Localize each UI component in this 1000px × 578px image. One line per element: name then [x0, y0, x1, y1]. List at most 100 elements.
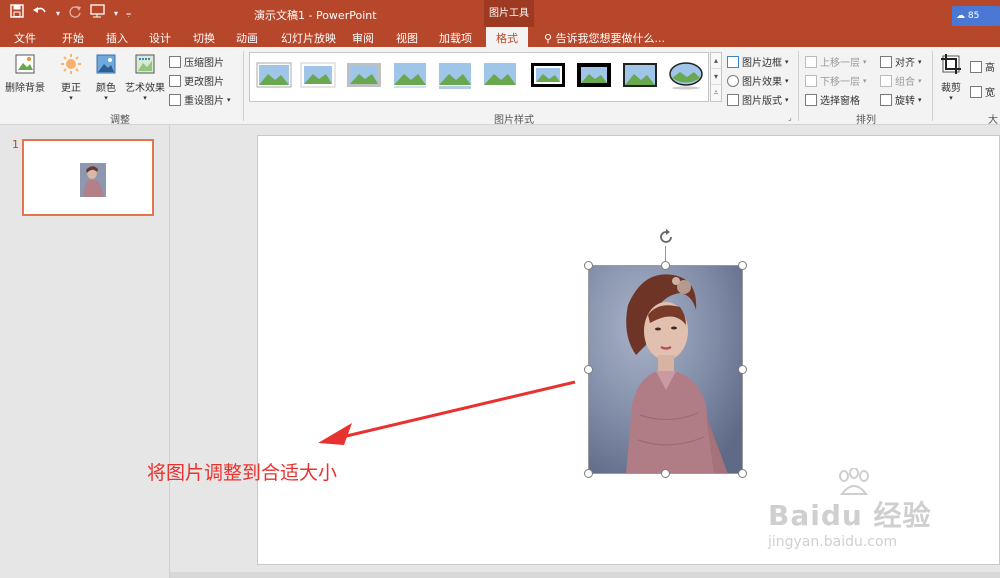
artistic-effects-label: 艺术效果: [125, 83, 165, 94]
compress-pictures-label: 压缩图片: [184, 58, 224, 69]
group-icon: [880, 74, 892, 87]
customize-qat-icon[interactable]: ⩦: [126, 5, 131, 23]
ribbon-tabs: 文件 开始 插入 设计 切换 动画 幻灯片放映 审阅 视图 加载项 格式 ⚲ 告…: [0, 27, 1000, 47]
bring-forward-icon: [805, 55, 817, 68]
picture-style-thumb[interactable]: [576, 60, 612, 90]
align-icon: [880, 55, 892, 68]
gallery-scroll[interactable]: ▴ ▾ ⩡: [710, 52, 722, 102]
corrections-button[interactable]: 更正 ▾: [56, 53, 86, 102]
selection-pane-button[interactable]: 选择窗格: [805, 92, 860, 107]
slideshow-from-start-icon[interactable]: [90, 4, 106, 24]
resize-handle-bottom-left[interactable]: [584, 469, 593, 478]
resize-handle-bottom-right[interactable]: [738, 469, 747, 478]
rotate-button[interactable]: 旋转 ▾: [880, 92, 922, 107]
picture-style-thumb[interactable]: [668, 60, 704, 90]
group-label-size: 大: [988, 115, 998, 126]
group-label-picture-styles: 图片样式: [494, 115, 534, 126]
tab-file[interactable]: 文件: [14, 30, 36, 46]
picture-effects-icon: [727, 74, 739, 87]
picture-layout-icon: [727, 93, 739, 106]
picture-style-thumb[interactable]: [256, 60, 292, 90]
crop-icon: [941, 54, 961, 74]
undo-icon[interactable]: [32, 4, 48, 24]
chevron-down-icon: ▾: [863, 57, 867, 66]
chevron-down-icon[interactable]: ▾: [114, 5, 118, 23]
tab-transitions[interactable]: 切换: [193, 30, 215, 46]
chevron-down-icon: ▾: [143, 94, 147, 102]
tab-view[interactable]: 视图: [396, 30, 418, 46]
shape-width-field[interactable]: 宽: [970, 84, 995, 99]
change-picture-button[interactable]: 更改图片: [169, 73, 224, 88]
chevron-down-icon: ▾: [918, 57, 922, 66]
compress-pictures-button[interactable]: 压缩图片: [169, 54, 224, 69]
selection-pane-label: 选择窗格: [820, 96, 860, 107]
picture-style-thumb[interactable]: [346, 60, 382, 90]
slide-thumbnail[interactable]: [22, 139, 154, 216]
title-bar: ▾ ▾ ⩦ 演示文稿1 - PowerPoint 图片工具 ☁ 85: [0, 0, 1000, 27]
picture-effects-button[interactable]: 图片效果 ▾: [727, 73, 789, 88]
artistic-effects-button[interactable]: 艺术效果 ▾: [124, 53, 166, 102]
chevron-down-icon[interactable]: ▾: [56, 5, 60, 23]
picture-border-button[interactable]: 图片边框 ▾: [727, 54, 789, 69]
tab-design[interactable]: 设计: [149, 30, 171, 46]
ribbon: 删除背景 更正 ▾ 颜色 ▾ 艺术效果 ▾ 压缩图片 更改图片 重设图片 ▾ 调…: [0, 47, 1000, 126]
picture-styles-gallery: [249, 52, 709, 102]
change-picture-label: 更改图片: [184, 77, 224, 88]
picture-style-thumb[interactable]: [482, 60, 518, 90]
gallery-up-icon[interactable]: ▴: [711, 53, 721, 69]
tab-home[interactable]: 开始: [62, 30, 84, 46]
group-label-adjust: 调整: [110, 115, 130, 126]
save-icon[interactable]: [10, 4, 24, 24]
crop-button[interactable]: 裁剪 ▾: [938, 53, 964, 102]
remove-background-icon: [15, 54, 35, 74]
tab-animations[interactable]: 动画: [236, 30, 258, 46]
resize-handle-top-left[interactable]: [584, 261, 593, 270]
group-button[interactable]: 组合 ▾: [880, 73, 922, 88]
align-button[interactable]: 对齐 ▾: [880, 54, 922, 69]
tab-format[interactable]: 格式: [486, 27, 528, 47]
resize-handle-right[interactable]: [738, 365, 747, 374]
slide-thumbnail-pane: 1: [0, 125, 170, 578]
chevron-down-icon: ▾: [918, 76, 922, 85]
picture-effects-label: 图片效果: [742, 77, 782, 88]
reset-picture-button[interactable]: 重设图片 ▾: [169, 92, 231, 107]
resize-handle-bottom[interactable]: [661, 469, 670, 478]
tab-addins[interactable]: 加载项: [439, 30, 472, 46]
remove-background-button[interactable]: 删除背景: [4, 53, 46, 94]
align-label: 对齐: [895, 58, 915, 69]
chevron-down-icon: ▾: [227, 95, 231, 104]
width-icon: [970, 85, 982, 98]
picture-style-thumb[interactable]: [530, 60, 566, 90]
gallery-more-icon[interactable]: ⩡: [711, 85, 721, 101]
reset-picture-label: 重设图片: [184, 96, 224, 107]
chevron-down-icon: ▾: [785, 57, 789, 66]
picture-style-thumb[interactable]: [437, 60, 473, 90]
gallery-down-icon[interactable]: ▾: [711, 69, 721, 85]
tab-insert[interactable]: 插入: [106, 30, 128, 46]
resize-handle-left[interactable]: [584, 365, 593, 374]
picture-style-thumb[interactable]: [622, 60, 658, 90]
picture-style-thumb[interactable]: [300, 60, 336, 90]
account-badge[interactable]: ☁ 85: [952, 6, 1000, 26]
resize-handle-top-right[interactable]: [738, 261, 747, 270]
picture-layout-button[interactable]: 图片版式 ▾: [727, 92, 789, 107]
chevron-down-icon: ▾: [785, 76, 789, 85]
color-button[interactable]: 颜色 ▾: [92, 53, 120, 102]
quick-access-toolbar: ▾ ▾ ⩦: [10, 4, 131, 24]
resize-handle-top[interactable]: [661, 261, 670, 270]
tab-review[interactable]: 审阅: [352, 30, 374, 46]
bring-forward-button[interactable]: 上移一层 ▾: [805, 54, 867, 69]
selected-picture[interactable]: [588, 265, 743, 474]
send-backward-button[interactable]: 下移一层 ▾: [805, 73, 867, 88]
document-title: 演示文稿1 - PowerPoint: [254, 9, 377, 22]
picture-style-thumb[interactable]: [392, 60, 428, 90]
shape-height-field[interactable]: 高: [970, 59, 995, 74]
remove-background-label: 删除背景: [5, 83, 45, 94]
tell-me-box[interactable]: ⚲ 告诉我您想要做什么...: [544, 30, 665, 46]
tab-slideshow[interactable]: 幻灯片放映: [281, 30, 336, 46]
dialog-launcher-icon[interactable]: ⌟: [788, 113, 792, 122]
slide-number: 1: [12, 138, 19, 151]
rotate-handle-icon[interactable]: [657, 228, 675, 246]
picture-border-label: 图片边框: [742, 58, 782, 69]
redo-icon[interactable]: [68, 4, 82, 24]
